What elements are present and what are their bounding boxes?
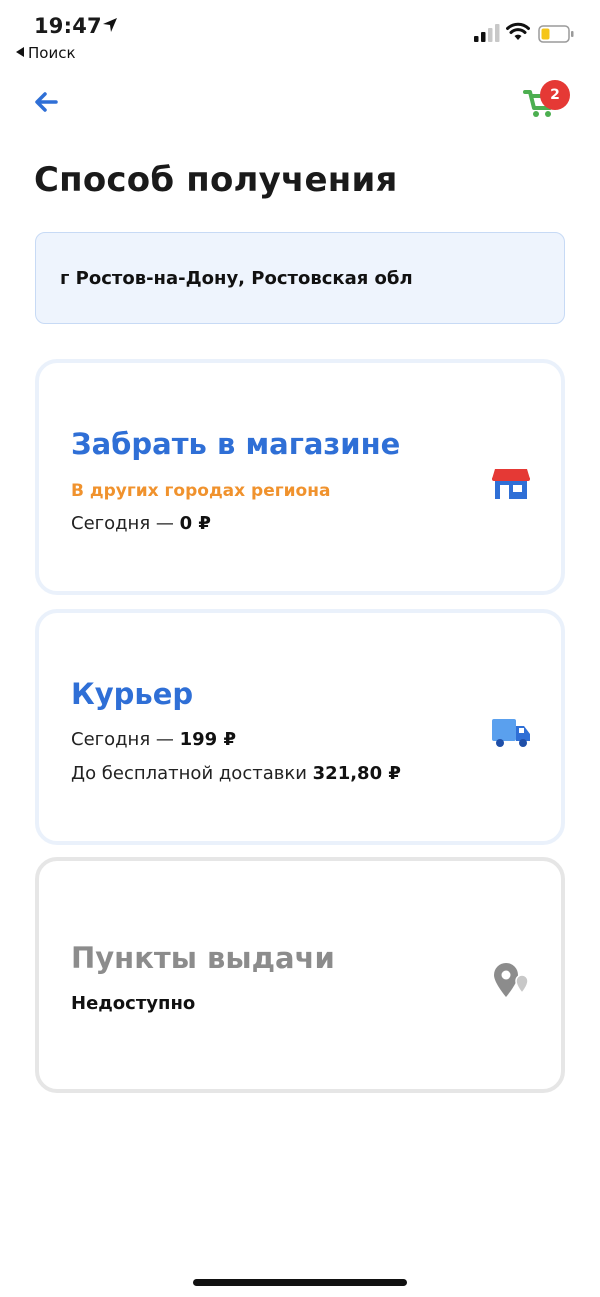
back-triangle-icon	[16, 47, 24, 57]
option-pickup-store[interactable]: Забрать в магазине В других городах реги…	[35, 359, 565, 595]
location-pin-icon	[494, 963, 529, 997]
cellular-signal-icon	[474, 24, 500, 42]
option-price-value: 0 ₽	[179, 513, 211, 534]
truck-icon	[492, 719, 530, 747]
status-time: 19:47	[34, 14, 102, 38]
back-to-app-label: Поиск	[28, 44, 76, 62]
option-title: Забрать в магазине	[71, 427, 401, 461]
back-arrow-icon[interactable]	[32, 88, 60, 116]
option-free-delivery-value: 321,80 ₽	[312, 763, 401, 784]
back-to-app-link[interactable]: Поиск	[16, 44, 76, 62]
location-arrow-icon	[103, 18, 117, 32]
page-title: Способ получения	[34, 160, 398, 200]
option-title: Пункты выдачи	[71, 941, 335, 975]
option-title: Курьер	[71, 677, 194, 711]
option-status: Недоступно	[71, 993, 196, 1014]
option-free-delivery-prefix: До бесплатной доставки	[71, 763, 313, 784]
cart-count-badge: 2	[540, 80, 570, 110]
battery-icon	[538, 25, 574, 43]
option-pickup-points: Пункты выдачи Недоступно	[35, 857, 565, 1093]
store-icon	[492, 469, 530, 499]
option-subtitle: В других городах региона	[71, 481, 331, 501]
address-field[interactable]: г Ростов-на-Дону, Ростовская обл	[35, 232, 565, 324]
wifi-icon	[506, 22, 530, 40]
status-bar: 19:47 Поиск	[0, 0, 600, 70]
option-price-line: Сегодня — 0 ₽	[71, 513, 211, 534]
home-indicator[interactable]	[193, 1279, 407, 1286]
option-price-line: Сегодня — 199 ₽	[71, 729, 236, 750]
address-text: г Ростов-на-Дону, Ростовская обл	[60, 267, 413, 289]
option-courier[interactable]: Курьер Сегодня — 199 ₽ До бесплатной дос…	[35, 609, 565, 845]
option-free-delivery-line: До бесплатной доставки 321,80 ₽	[71, 763, 401, 784]
option-price-prefix: Сегодня —	[71, 513, 180, 534]
option-price-value: 199 ₽	[179, 729, 236, 750]
option-price-prefix: Сегодня —	[71, 729, 180, 750]
